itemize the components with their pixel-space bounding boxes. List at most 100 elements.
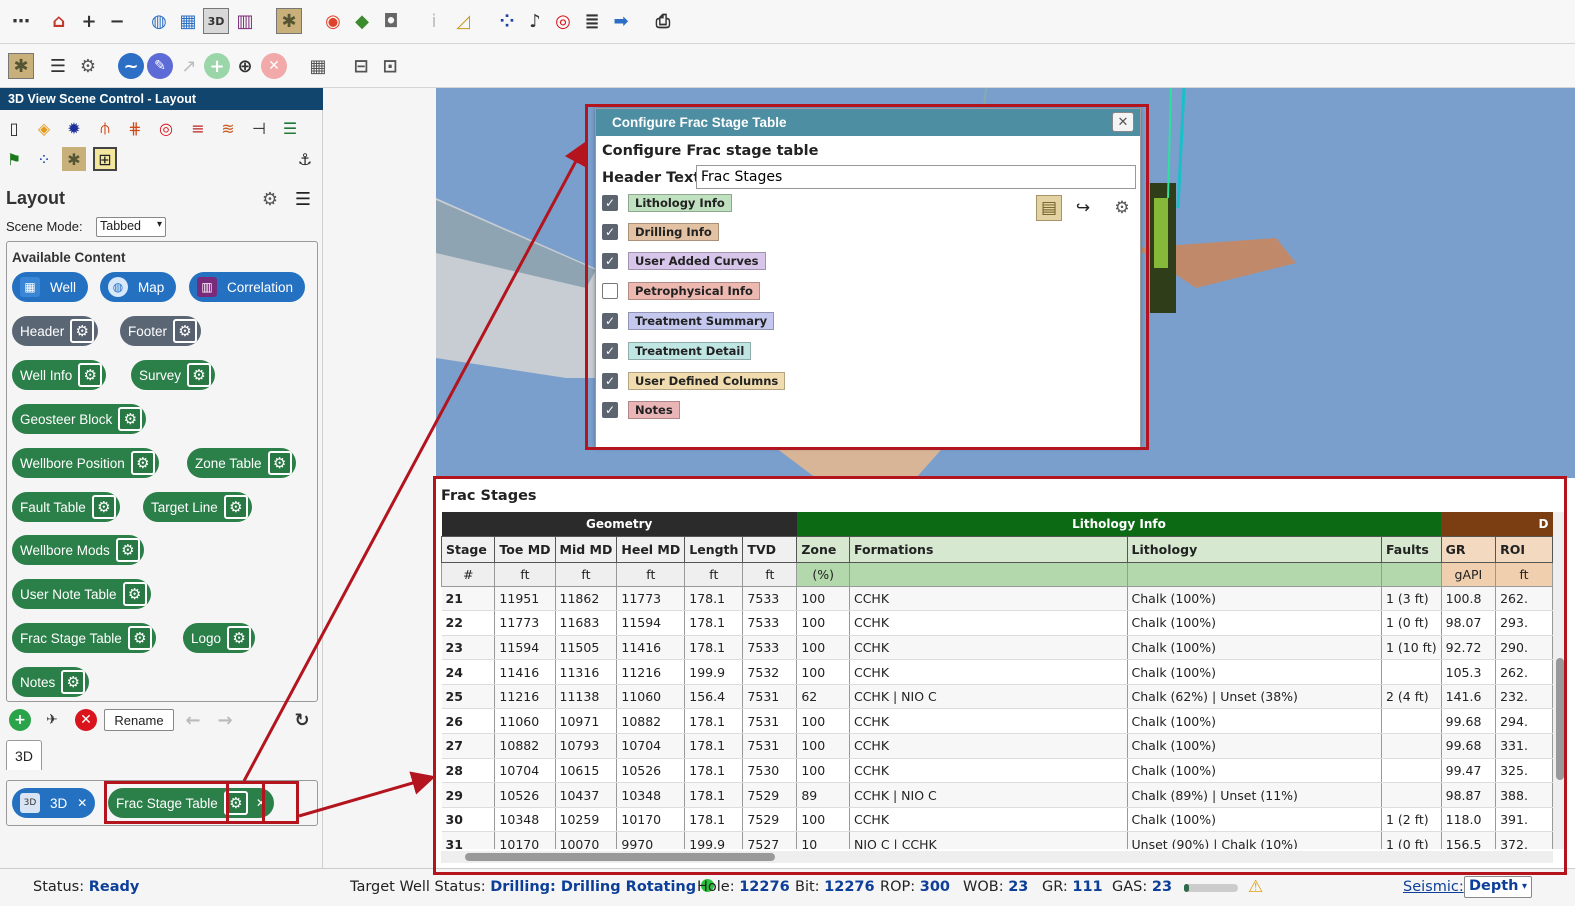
content-well-info[interactable]: Well Info ⚙	[12, 360, 107, 390]
table-row[interactable]: 26 11060 10971 10882 178.1 7531 100 CCHK Chalk (…	[441, 708, 1553, 735]
column-header[interactable]: Stage	[441, 535, 496, 563]
flag-icon[interactable]: ⚑	[2, 147, 26, 171]
compass-icon[interactable]: ◍	[146, 8, 172, 34]
table-row[interactable]: 28 10704 10615 10526 178.1 7530 100 CCHK Chalk (…	[441, 758, 1553, 784]
horizontal-scrollbar[interactable]	[441, 851, 1553, 863]
alarm-icon[interactable]: ♪	[522, 8, 548, 34]
table-row[interactable]: 27 10882 10793 10704 178.1 7531 100 CCHK Chalk (…	[441, 733, 1553, 759]
scene-mode-select[interactable]: Tabbed ▾	[96, 217, 166, 237]
table-row[interactable]: 24 11416 11316 11216 199.9 7532 100 CCHK Chalk (…	[441, 659, 1553, 685]
content-well[interactable]: ▦ Well	[12, 272, 89, 302]
table-row[interactable]: 23 11594 11505 11416 178.1 7533 100 CCHK Chalk (…	[441, 635, 1553, 661]
arrow-left-icon[interactable]: ←	[182, 709, 204, 731]
table-row[interactable]: 29 10526 10437 10348 178.1 7529 89 CCHK | NIO C…	[441, 782, 1553, 808]
checkbox[interactable]: ✓	[602, 343, 618, 359]
table-row[interactable]: 25 11216 11138 11060 156.4 7531 62 CCHK | NIO C…	[441, 684, 1553, 710]
arrow-right-icon[interactable]: →	[214, 709, 236, 731]
seismic-label[interactable]: Seismic:	[1403, 879, 1464, 895]
option-petrophysical-info[interactable]: Petrophysical Info	[602, 281, 760, 301]
connector-icon[interactable]: ⊡	[377, 53, 403, 79]
content-wellbore-mods[interactable]: Wellbore Mods ⚙	[12, 535, 144, 565]
content-logo[interactable]: Logo ⚙	[183, 623, 256, 653]
table-row[interactable]: 30 10348 10259 10170 178.1 7529 100 CCHK Chalk (…	[441, 807, 1553, 833]
wellbore-split-icon[interactable]: ⫛	[93, 116, 117, 140]
option-user-defined-columns[interactable]: ✓ User Defined Columns	[602, 371, 786, 391]
block-icon[interactable]: ◆	[349, 8, 375, 34]
add-tab-button[interactable]: +	[9, 709, 31, 731]
content-footer[interactable]: Footer ⚙	[120, 316, 202, 346]
survey-points-icon[interactable]: ⁘	[32, 147, 56, 171]
gear-icon[interactable]: ⚙	[173, 319, 198, 343]
column-header[interactable]: TVD	[742, 535, 798, 563]
add-icon[interactable]: +	[204, 53, 230, 79]
print-icon[interactable]: ⎙	[650, 8, 676, 34]
well-grid-icon[interactable]: ▦	[175, 8, 201, 34]
seismic-select[interactable]: Depth ▾	[1464, 876, 1532, 898]
gear-icon[interactable]: ⚙	[1109, 195, 1135, 221]
survey-points-icon[interactable]: ⁘	[494, 8, 520, 34]
content-zone-table[interactable]: Zone Table ⚙	[187, 448, 296, 478]
option-lithology-info[interactable]: ✓ Lithology Info	[602, 193, 732, 213]
table-row[interactable]: 31 10170 10070 9970 199.9 7527 10 NIO C | CCHK U…	[441, 831, 1553, 849]
gear-icon[interactable]: ⚙	[130, 451, 155, 475]
gear-icon[interactable]: ⚙	[78, 363, 103, 387]
content-wellbore-position[interactable]: Wellbore Position ⚙	[12, 448, 159, 478]
3d-viewport[interactable]: Configure Frac Stage Table ✕ Configure F…	[436, 88, 1575, 478]
horizons-icon[interactable]: ☰	[278, 116, 302, 140]
column-header[interactable]: Mid MD	[554, 535, 618, 563]
more-icon[interactable]: ⋯	[8, 8, 34, 34]
scroll-thumb[interactable]	[1556, 658, 1564, 780]
checkbox[interactable]: ✓	[602, 313, 618, 329]
column-header[interactable]: Faults	[1381, 535, 1442, 563]
gear-icon[interactable]: ⚙	[91, 495, 116, 519]
target-icon[interactable]: ◎	[154, 116, 178, 140]
content-geosteer-block[interactable]: Geosteer Block ⚙	[12, 404, 147, 434]
close-icon[interactable]: ✕	[1112, 112, 1134, 132]
content-map[interactable]: ◍ Map	[100, 272, 177, 302]
probe-icon[interactable]: ✎	[147, 53, 173, 79]
star-burst-icon[interactable]: ✹	[62, 116, 86, 140]
remove-icon[interactable]: ✕	[261, 53, 287, 79]
table-icon[interactable]: ▦	[305, 53, 331, 79]
table-row[interactable]: 21 11951 11862 11773 178.1 7533 100 CCHK Chalk (…	[441, 586, 1553, 612]
option-treatment-detail[interactable]: ✓ Treatment Detail	[602, 341, 752, 361]
gear-icon[interactable]: ⚙	[115, 538, 140, 562]
column-header[interactable]: Zone	[796, 535, 850, 563]
list-icon[interactable]: ☰	[45, 53, 71, 79]
wellbore-icon[interactable]: ⊟	[348, 53, 374, 79]
tab-3d[interactable]: 3D	[6, 740, 42, 770]
gear-icon[interactable]: ⚙	[187, 363, 212, 387]
zoom-out-icon[interactable]: −	[104, 8, 130, 34]
column-header[interactable]: Toe MD	[494, 535, 556, 563]
grid-well-icon[interactable]: ⋕	[123, 116, 147, 140]
stack-icon[interactable]: ≣	[579, 8, 605, 34]
column-header[interactable]: Heel MD	[616, 535, 686, 563]
wave-icon[interactable]: ~	[118, 53, 144, 79]
gear-icon[interactable]: ⚙	[61, 670, 86, 694]
fault-icon[interactable]: ⊣	[247, 116, 271, 140]
option-user-added-curves[interactable]: ✓ User Added Curves	[602, 251, 766, 271]
option-drilling-info[interactable]: ✓ Drilling Info	[602, 222, 719, 242]
layout-settings-icon[interactable]: ⚙	[258, 187, 282, 211]
arrow-right-icon[interactable]: ➡	[608, 8, 634, 34]
checkbox[interactable]: ✓	[602, 373, 618, 389]
rocket-icon[interactable]: ✈	[41, 709, 63, 731]
ruler-icon[interactable]: ◿	[450, 8, 476, 34]
column-header[interactable]: Formations	[848, 535, 1128, 563]
gear-icon[interactable]: ⚙	[118, 407, 143, 431]
gear-icon[interactable]: ⚙	[223, 495, 248, 519]
scene-control-icon[interactable]: ✱	[62, 147, 86, 171]
gear-icon[interactable]: ⚙	[267, 451, 292, 475]
home-icon[interactable]: ⌂	[46, 8, 72, 34]
column-header[interactable]: Length	[684, 535, 744, 563]
checkbox[interactable]: ✓	[602, 224, 618, 240]
checkbox[interactable]: ✓	[602, 402, 618, 418]
content-correlation[interactable]: ▥ Correlation	[189, 272, 306, 302]
layout-list-icon[interactable]: ☰	[291, 187, 315, 211]
reset-icon[interactable]: ↻	[291, 709, 313, 731]
rotate-icon[interactable]: ◉	[320, 8, 346, 34]
map-icon[interactable]: ▯	[2, 116, 26, 140]
content-header[interactable]: Header ⚙	[12, 316, 99, 346]
delete-button[interactable]: ✕	[75, 709, 97, 731]
correlation-icon[interactable]: ▥	[232, 8, 258, 34]
